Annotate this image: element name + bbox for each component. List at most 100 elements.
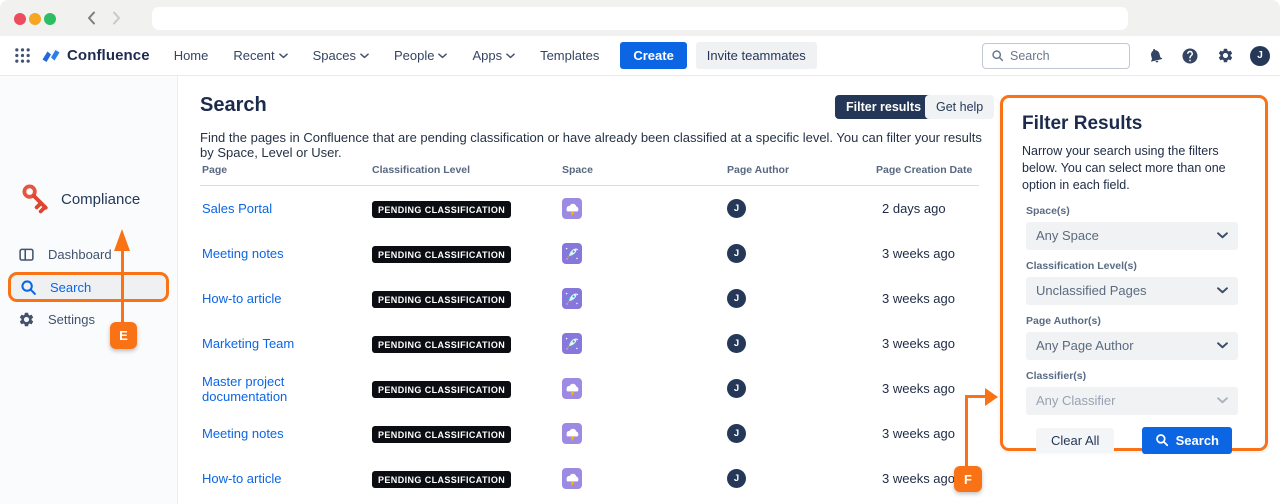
sidebar-item-label: Dashboard: [48, 248, 112, 261]
zoom-window-button[interactable]: [44, 13, 56, 25]
minimize-window-button[interactable]: [29, 13, 41, 25]
classification-badge: PENDING CLASSIFICATION: [372, 471, 511, 488]
storm-cloud-icon: [563, 425, 581, 443]
filter-results-panel: Filter Results Narrow your search using …: [1000, 95, 1268, 451]
field-label: Classifier(s): [1026, 370, 1246, 382]
page-link[interactable]: How-to article: [202, 471, 372, 486]
panel-search-button[interactable]: Search: [1142, 427, 1232, 454]
global-search-input[interactable]: [1010, 49, 1110, 63]
page-title: Search: [200, 94, 267, 117]
rocket-icon: [563, 335, 581, 353]
key-icon: [18, 180, 56, 218]
panel-search-label: Search: [1176, 433, 1219, 448]
page-link[interactable]: Master project documentation: [202, 374, 372, 404]
sidebar-item-search[interactable]: Search: [8, 272, 169, 302]
page-description: Find the pages in Confluence that are pe…: [200, 130, 982, 160]
storm-cloud-icon: [563, 200, 581, 218]
help-icon[interactable]: [1180, 46, 1200, 66]
nav-people[interactable]: People: [394, 48, 447, 63]
compliance-sidebar: Compliance Dashboard Search Settings: [0, 76, 178, 504]
page-link[interactable]: Meeting notes: [202, 426, 372, 441]
author-avatar: J: [727, 379, 746, 398]
address-bar[interactable]: [152, 7, 1128, 30]
sidebar-item-label: Settings: [48, 313, 95, 326]
confluence-logo[interactable]: Confluence: [42, 47, 150, 64]
annotation-label-f: F: [954, 466, 982, 492]
page-link[interactable]: Sales Portal: [202, 201, 372, 216]
search-icon: [1155, 433, 1169, 447]
creation-date: 3 weeks ago: [876, 426, 979, 441]
browser-forward-icon[interactable]: [108, 10, 124, 26]
chevron-down-icon: [1217, 342, 1228, 349]
author-avatar: J: [727, 199, 746, 218]
nav-spaces[interactable]: Spaces: [313, 48, 369, 63]
page-link[interactable]: Marketing Team: [202, 336, 372, 351]
results-table: Page Classification Level Space Page Aut…: [200, 162, 979, 501]
chevron-down-icon: [1217, 397, 1228, 404]
nav-apps[interactable]: Apps: [472, 48, 515, 63]
classifiers-select[interactable]: Any Classifier: [1026, 387, 1238, 415]
space-avatar: [562, 288, 582, 309]
col-space: Space: [562, 164, 727, 176]
gear-icon: [18, 311, 35, 328]
invite-teammates-button[interactable]: Invite teammates: [696, 42, 817, 69]
navbar-right: J: [982, 43, 1270, 69]
annotation-f-arrowhead: [985, 388, 998, 406]
user-avatar[interactable]: J: [1250, 46, 1270, 66]
confluence-mark-icon: [42, 48, 60, 64]
app-switcher-icon[interactable]: [14, 47, 32, 65]
author-avatar: J: [727, 289, 746, 308]
create-button[interactable]: Create: [620, 42, 686, 69]
storm-cloud-icon: [563, 380, 581, 398]
chevron-down-icon: [360, 53, 369, 59]
col-page: Page: [202, 164, 372, 176]
primary-nav: Home Recent Spaces People Apps Templates: [174, 48, 600, 63]
chevron-down-icon: [506, 53, 515, 59]
annotation-f-arrow-line: [965, 395, 987, 398]
nav-templates[interactable]: Templates: [540, 48, 599, 63]
clear-all-button[interactable]: Clear All: [1036, 428, 1114, 453]
creation-date: 3 weeks ago: [876, 246, 979, 261]
space-avatar: [562, 243, 582, 264]
annotation-f-arrow-line: [965, 397, 968, 466]
compliance-app-brand: Compliance: [18, 180, 140, 218]
close-window-button[interactable]: [14, 13, 26, 25]
filter-fields: Space(s) Any Space Classification Level(…: [1022, 205, 1246, 415]
field-spaces: Space(s) Any Space: [1026, 205, 1246, 250]
dashboard-icon: [18, 246, 35, 263]
space-avatar: [562, 333, 582, 354]
space-avatar: [562, 378, 582, 399]
classification-levels-select[interactable]: Unclassified Pages: [1026, 277, 1238, 305]
settings-gear-icon[interactable]: [1215, 46, 1235, 66]
nav-recent[interactable]: Recent: [233, 48, 287, 63]
spaces-select[interactable]: Any Space: [1026, 222, 1238, 250]
page-link[interactable]: Meeting notes: [202, 246, 372, 261]
window-controls: [14, 13, 56, 25]
page-authors-select[interactable]: Any Page Author: [1026, 332, 1238, 360]
classification-badge: PENDING CLASSIFICATION: [372, 426, 511, 443]
rocket-icon: [563, 245, 581, 263]
chevron-down-icon: [1217, 287, 1228, 294]
sidebar-item-settings[interactable]: Settings: [0, 303, 178, 335]
select-value: Any Classifier: [1036, 393, 1115, 408]
field-label: Classification Level(s): [1026, 260, 1246, 272]
sidebar-item-dashboard[interactable]: Dashboard: [0, 238, 178, 270]
get-help-button[interactable]: Get help: [925, 95, 994, 119]
col-author: Page Author: [727, 164, 876, 176]
notifications-bell-icon[interactable]: [1145, 46, 1165, 66]
app-navbar: Confluence Home Recent Spaces People App…: [0, 36, 1280, 76]
annotation-label-e: E: [110, 322, 137, 349]
table-row: How-to article PENDING CLASSIFICATION J …: [200, 276, 979, 321]
global-search-box[interactable]: [982, 43, 1130, 69]
browser-back-icon[interactable]: [84, 10, 100, 26]
filter-results-button[interactable]: Filter results: [835, 95, 932, 119]
select-value: Any Page Author: [1036, 338, 1134, 353]
classification-badge: PENDING CLASSIFICATION: [372, 291, 511, 308]
table-header: Page Classification Level Space Page Aut…: [200, 162, 979, 186]
rocket-icon: [563, 290, 581, 308]
classification-badge: PENDING CLASSIFICATION: [372, 381, 511, 398]
nav-home[interactable]: Home: [174, 48, 209, 63]
field-classification-levels: Classification Level(s) Unclassified Pag…: [1026, 260, 1246, 305]
page-link[interactable]: How-to article: [202, 291, 372, 306]
author-avatar: J: [727, 424, 746, 443]
